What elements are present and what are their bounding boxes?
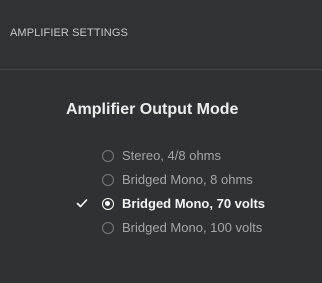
radio-option-bridged-mono-8-ohms[interactable]: Bridged Mono, 8 ohms (0, 170, 322, 194)
output-mode-radio-group: Stereo, 4/8 ohms Bridged Mono, 8 ohms Br… (0, 146, 322, 242)
radio-button[interactable] (102, 174, 114, 186)
radio-option-label[interactable]: Bridged Mono, 8 ohms (122, 172, 253, 187)
radio-option-bridged-mono-100-volts[interactable]: Bridged Mono, 100 volts (0, 218, 322, 242)
radio-option-label[interactable]: Bridged Mono, 100 volts (122, 220, 262, 235)
settings-header: AMPLIFIER SETTINGS (0, 0, 322, 70)
radio-option-bridged-mono-70-volts[interactable]: Bridged Mono, 70 volts (0, 194, 322, 218)
radio-button[interactable] (102, 150, 114, 162)
section-title: Amplifier Output Mode (66, 101, 239, 118)
radio-button-selected[interactable] (102, 198, 114, 210)
radio-option-label[interactable]: Bridged Mono, 70 volts (122, 196, 265, 211)
radio-option-label[interactable]: Stereo, 4/8 ohms (122, 148, 221, 163)
radio-button[interactable] (102, 222, 114, 234)
checkmark-icon (76, 199, 88, 208)
header-title: AMPLIFIER SETTINGS (10, 27, 128, 39)
radio-option-stereo-4-8-ohms[interactable]: Stereo, 4/8 ohms (0, 146, 322, 170)
